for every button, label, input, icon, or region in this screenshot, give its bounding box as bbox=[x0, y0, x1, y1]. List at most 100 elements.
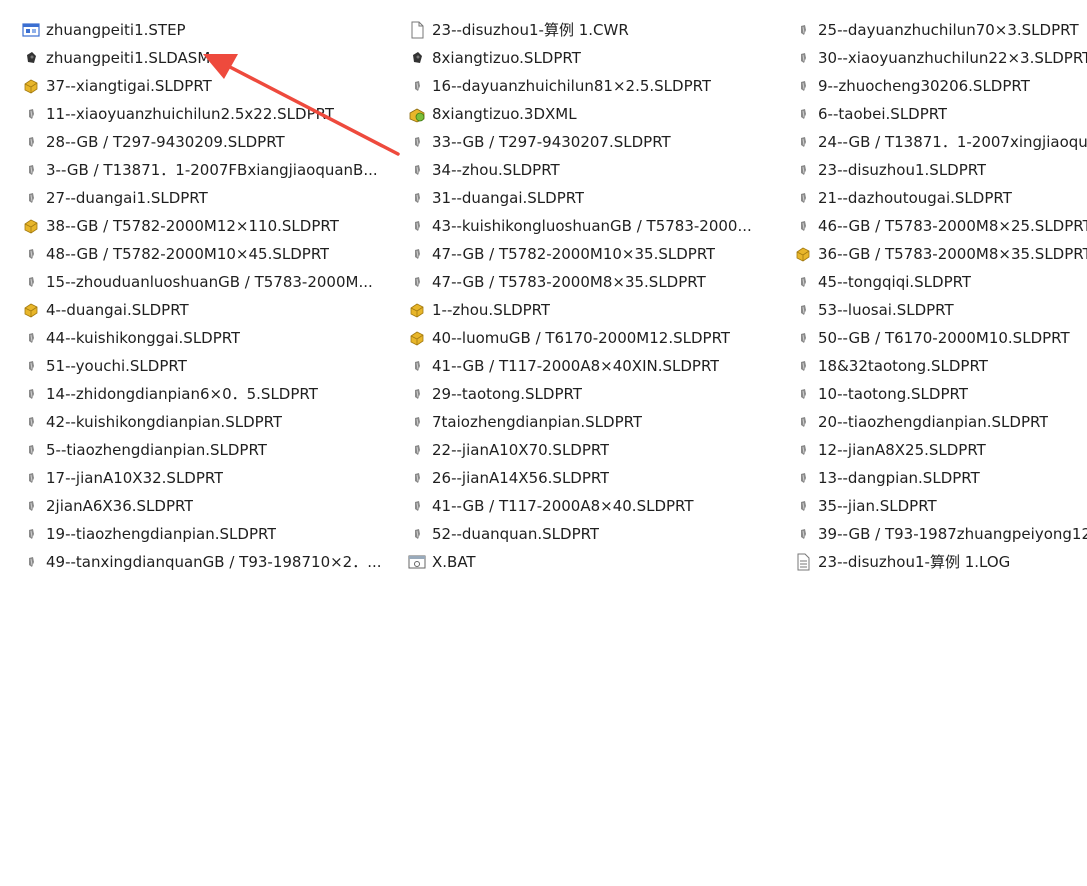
part-icon bbox=[22, 413, 40, 431]
part-icon bbox=[408, 189, 426, 207]
part-icon bbox=[794, 189, 812, 207]
file-name: 15--zhouduanluoshuanGB / T5783-2000M... bbox=[46, 273, 373, 291]
file-item[interactable]: 52--duanquan.SLDPRT bbox=[408, 520, 794, 548]
file-name: 51--youchi.SLDPRT bbox=[46, 357, 187, 375]
file-item[interactable]: 24--GB / T13871．1-2007xingjiaoquan bbox=[794, 128, 1087, 156]
file-item[interactable]: 14--zhidongdianpian6×0．5.SLDPRT bbox=[22, 380, 408, 408]
file-item[interactable]: 1--zhou.SLDPRT bbox=[408, 296, 794, 324]
file-name: 36--GB / T5783-2000M8×35.SLDPRT bbox=[818, 245, 1087, 263]
file-item[interactable]: 47--GB / T5782-2000M10×35.SLDPRT bbox=[408, 240, 794, 268]
file-item[interactable]: 31--duangai.SLDPRT bbox=[408, 184, 794, 212]
file-item[interactable]: 8xiangtizuo.3DXML bbox=[408, 100, 794, 128]
file-item[interactable]: 30--xiaoyuanzhuchilun22×3.SLDPRT bbox=[794, 44, 1087, 72]
file-name: 28--GB / T297-9430209.SLDPRT bbox=[46, 133, 285, 151]
file-item[interactable]: 18&32taotong.SLDPRT bbox=[794, 352, 1087, 380]
file-item[interactable]: 45--tongqiqi.SLDPRT bbox=[794, 268, 1087, 296]
file-item[interactable]: 13--dangpian.SLDPRT bbox=[794, 464, 1087, 492]
part-icon bbox=[22, 133, 40, 151]
part-icon bbox=[794, 133, 812, 151]
file-item[interactable]: 35--jian.SLDPRT bbox=[794, 492, 1087, 520]
file-name: 11--xiaoyuanzhuichilun2.5x22.SLDPRT bbox=[46, 105, 335, 123]
file-item[interactable]: 38--GB / T5782-2000M12×110.SLDPRT bbox=[22, 212, 408, 240]
file-item[interactable]: 23--disuzhou1.SLDPRT bbox=[794, 156, 1087, 184]
file-item[interactable]: 53--luosai.SLDPRT bbox=[794, 296, 1087, 324]
file-name: 41--GB / T117-2000A8×40XIN.SLDPRT bbox=[432, 357, 720, 375]
part-icon bbox=[22, 497, 40, 515]
bat-icon bbox=[408, 553, 426, 571]
file-name: 31--duangai.SLDPRT bbox=[432, 189, 585, 207]
file-name: 10--taotong.SLDPRT bbox=[818, 385, 968, 403]
file-name: 26--jianA14X56.SLDPRT bbox=[432, 469, 610, 487]
file-item[interactable]: 34--zhou.SLDPRT bbox=[408, 156, 794, 184]
file-name: 34--zhou.SLDPRT bbox=[432, 161, 560, 179]
file-name: 37--xiangtigai.SLDPRT bbox=[46, 77, 212, 95]
file-name: 23--disuzhou1.SLDPRT bbox=[818, 161, 987, 179]
file-item[interactable]: 28--GB / T297-9430209.SLDPRT bbox=[22, 128, 408, 156]
file-item[interactable]: 16--dayuanzhuichilun81×2.5.SLDPRT bbox=[408, 72, 794, 100]
file-item[interactable]: 36--GB / T5783-2000M8×35.SLDPRT bbox=[794, 240, 1087, 268]
file-item[interactable]: 49--tanxingdianquanGB / T93-198710×2．... bbox=[22, 548, 408, 576]
file-item[interactable]: 46--GB / T5783-2000M8×25.SLDPRT bbox=[794, 212, 1087, 240]
part-icon bbox=[794, 77, 812, 95]
part-icon bbox=[22, 357, 40, 375]
file-item[interactable]: 23--disuzhou1-算例 1.CWR bbox=[408, 16, 794, 44]
log-file-icon bbox=[794, 553, 812, 571]
file-item[interactable]: 37--xiangtigai.SLDPRT bbox=[22, 72, 408, 100]
file-item[interactable]: 9--zhuocheng30206.SLDPRT bbox=[794, 72, 1087, 100]
file-item[interactable]: 27--duangai1.SLDPRT bbox=[22, 184, 408, 212]
file-item[interactable]: 26--jianA14X56.SLDPRT bbox=[408, 464, 794, 492]
part-icon bbox=[22, 189, 40, 207]
file-item[interactable]: 7taiozhengdianpian.SLDPRT bbox=[408, 408, 794, 436]
file-item[interactable]: 20--tiaozhengdianpian.SLDPRT bbox=[794, 408, 1087, 436]
file-item[interactable]: 11--xiaoyuanzhuichilun2.5x22.SLDPRT bbox=[22, 100, 408, 128]
part-icon bbox=[794, 273, 812, 291]
file-item[interactable]: 10--taotong.SLDPRT bbox=[794, 380, 1087, 408]
file-item[interactable]: 41--GB / T117-2000A8×40.SLDPRT bbox=[408, 492, 794, 520]
part-icon bbox=[794, 21, 812, 39]
file-name: 50--GB / T6170-2000M10.SLDPRT bbox=[818, 329, 1070, 347]
file-name: 44--kuishikonggai.SLDPRT bbox=[46, 329, 241, 347]
file-item[interactable]: zhuangpeiti1.STEP bbox=[22, 16, 408, 44]
file-item[interactable]: 17--jianA10X32.SLDPRT bbox=[22, 464, 408, 492]
file-item[interactable]: 5--tiaozhengdianpian.SLDPRT bbox=[22, 436, 408, 464]
file-item[interactable]: 15--zhouduanluoshuanGB / T5783-2000M... bbox=[22, 268, 408, 296]
file-name: 8xiangtizuo.SLDPRT bbox=[432, 49, 581, 67]
file-item[interactable]: 47--GB / T5783-2000M8×35.SLDPRT bbox=[408, 268, 794, 296]
file-item[interactable]: 12--jianA8X25.SLDPRT bbox=[794, 436, 1087, 464]
file-item[interactable]: 4--duangai.SLDPRT bbox=[22, 296, 408, 324]
file-item[interactable]: 21--dazhoutougai.SLDPRT bbox=[794, 184, 1087, 212]
file-item[interactable]: zhuangpeiti1.SLDASM bbox=[22, 44, 408, 72]
file-item[interactable]: 2jianA6X36.SLDPRT bbox=[22, 492, 408, 520]
file-item[interactable]: 6--taobei.SLDPRT bbox=[794, 100, 1087, 128]
file-item[interactable]: 19--tiaozhengdianpian.SLDPRT bbox=[22, 520, 408, 548]
file-item[interactable]: 41--GB / T117-2000A8×40XIN.SLDPRT bbox=[408, 352, 794, 380]
file-name: 23--disuzhou1-算例 1.CWR bbox=[432, 21, 629, 39]
file-name: 47--GB / T5782-2000M10×35.SLDPRT bbox=[432, 245, 716, 263]
file-item[interactable]: 25--dayuanzhuchilun70×3.SLDPRT bbox=[794, 16, 1087, 44]
blank-file-icon bbox=[408, 21, 426, 39]
file-item[interactable]: 51--youchi.SLDPRT bbox=[22, 352, 408, 380]
file-item[interactable]: 33--GB / T297-9430207.SLDPRT bbox=[408, 128, 794, 156]
file-item[interactable]: 48--GB / T5782-2000M10×45.SLDPRT bbox=[22, 240, 408, 268]
file-item[interactable]: 22--jianA10X70.SLDPRT bbox=[408, 436, 794, 464]
part-icon bbox=[794, 105, 812, 123]
assembly-icon bbox=[408, 49, 426, 67]
file-item[interactable]: 40--luomuGB / T6170-2000M12.SLDPRT bbox=[408, 324, 794, 352]
file-item[interactable]: 39--GB / T93-1987zhuangpeiyong12× bbox=[794, 520, 1087, 548]
yellow-part-icon bbox=[794, 245, 812, 263]
file-item[interactable]: 42--kuishikongdianpian.SLDPRT bbox=[22, 408, 408, 436]
file-name: 21--dazhoutougai.SLDPRT bbox=[818, 189, 1012, 207]
file-item[interactable]: 44--kuishikonggai.SLDPRT bbox=[22, 324, 408, 352]
file-item[interactable]: 43--kuishikongluoshuanGB / T5783-2000... bbox=[408, 212, 794, 240]
file-item[interactable]: 50--GB / T6170-2000M10.SLDPRT bbox=[794, 324, 1087, 352]
file-item[interactable]: 23--disuzhou1-算例 1.LOG bbox=[794, 548, 1087, 576]
part-icon bbox=[22, 161, 40, 179]
part-icon bbox=[22, 441, 40, 459]
part-icon bbox=[794, 385, 812, 403]
file-item[interactable]: X.BAT bbox=[408, 548, 794, 576]
part-icon bbox=[408, 441, 426, 459]
file-item[interactable]: 29--taotong.SLDPRT bbox=[408, 380, 794, 408]
part-icon bbox=[794, 413, 812, 431]
file-item[interactable]: 8xiangtizuo.SLDPRT bbox=[408, 44, 794, 72]
file-item[interactable]: 3--GB / T13871．1-2007FBxiangjiaoquanB... bbox=[22, 156, 408, 184]
